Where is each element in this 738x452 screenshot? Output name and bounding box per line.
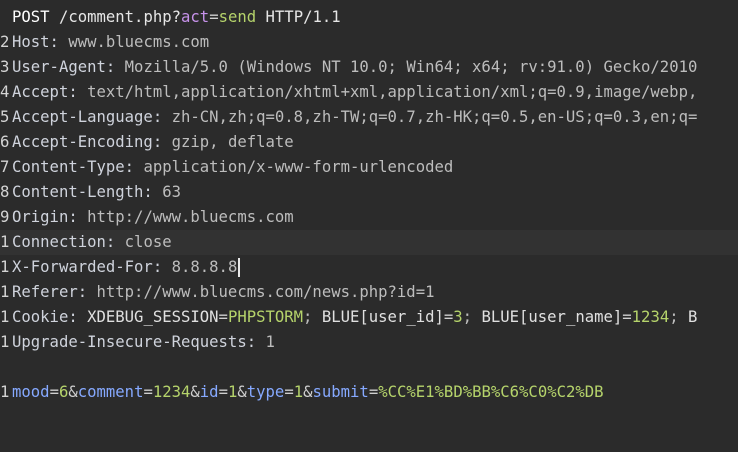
param-name: type [246, 383, 285, 401]
request-line[interactable]: POST /comment.php?act=send HTTP/1.1 [0, 5, 738, 30]
header-key: Content-Length: [12, 183, 163, 201]
param-eq: = [143, 383, 153, 401]
header-line-accept-language[interactable]: 5 Accept-Language: zh-CN,zh;q=0.8,zh-TW;q… [0, 105, 738, 130]
header-key: Upgrade-Insecure-Requests: [12, 333, 266, 351]
param-value: 1 [227, 383, 238, 401]
header-value: gzip, deflate [171, 133, 294, 151]
line-number: 14 [0, 333, 10, 351]
header-value: http://www.bluecms.com/news.php?id=1 [96, 283, 435, 301]
line-number: 2 [0, 33, 10, 51]
param-name: comment [77, 383, 144, 401]
cookie-eq: = [622, 308, 632, 326]
http-request-editor[interactable]: POST /comment.php?act=send HTTP/1.1 2 Hos… [0, 0, 738, 452]
line-number: 4 [0, 83, 10, 101]
header-line-x-forwarded-for[interactable]: 11X-Forwarded-For: 8.8.8.8 [0, 255, 738, 280]
header-key: User-Agent: [12, 58, 125, 76]
param-eq: = [284, 383, 294, 401]
header-value: www.bluecms.com [68, 33, 210, 51]
header-key: Accept-Encoding: [12, 133, 172, 151]
header-key: Host: [12, 33, 69, 51]
header-key: Cookie: [12, 308, 88, 326]
request-body-line[interactable]: 16mood=6&comment=1234&id=1&type=1&submit… [0, 380, 738, 405]
header-value: application/x-www-form-urlencoded [143, 158, 454, 176]
line-number: 11 [0, 258, 10, 276]
param-value: 6 [58, 383, 69, 401]
query-value: send [218, 8, 257, 26]
cookie-eq: = [443, 308, 454, 326]
line-number: 6 [0, 133, 10, 151]
query-key: act [181, 8, 210, 26]
header-line-content-length[interactable]: 8 Content-Length: 63 [0, 180, 738, 205]
header-key: Origin: [12, 208, 88, 226]
cookie-value: PHPSTORM [227, 308, 304, 326]
http-method: POST [12, 8, 50, 26]
editor-lines: POST /comment.php?act=send HTTP/1.1 2 Hos… [0, 5, 738, 405]
header-line-content-type[interactable]: 7 Content-Type: application/x-www-form-ur… [0, 155, 738, 180]
param-separator: & [68, 383, 78, 401]
header-line-host[interactable]: 2 Host: www.bluecms.com [0, 30, 738, 55]
cookie-value: 3 [453, 308, 463, 326]
header-line-user-agent[interactable]: 3 User-Agent: Mozilla/5.0 (Windows NT 10.… [0, 55, 738, 80]
header-value: http://www.bluecms.com [87, 208, 294, 226]
param-value: 1 [293, 383, 304, 401]
line-number: 7 [0, 158, 10, 176]
param-eq: = [49, 383, 59, 401]
header-line-origin[interactable]: 9 Origin: http://www.bluecms.com [0, 205, 738, 230]
cookie-separator: ; [462, 308, 482, 326]
header-line-upgrade-insecure-requests[interactable]: 14Upgrade-Insecure-Requests: 1 [0, 330, 738, 355]
cookie-name: BLUE[user_name] [481, 308, 623, 326]
header-key: Connection: [12, 233, 125, 251]
header-value: 8.8.8.8 [171, 258, 238, 276]
param-name: mood [12, 383, 50, 401]
header-key: Accept-Language: [12, 108, 172, 126]
cookie-separator: ; [669, 308, 689, 326]
header-line-cookie[interactable]: 13Cookie: XDEBUG_SESSION=PHPSTORM; BLUE[… [0, 305, 738, 330]
header-key: Referer: [12, 283, 97, 301]
blank-line[interactable] [0, 355, 738, 380]
header-key: Accept: [12, 83, 88, 101]
header-key: Content-Type: [12, 158, 144, 176]
header-key: X-Forwarded-For: [12, 258, 172, 276]
line-number: 12 [0, 283, 10, 301]
line-number: 16 [0, 383, 10, 401]
header-line-connection[interactable]: 10Connection: close [0, 230, 738, 255]
cookie-eq: = [218, 308, 228, 326]
cookie-value: 1234 [631, 308, 670, 326]
param-name: submit [312, 383, 369, 401]
line-number: 5 [0, 108, 10, 126]
param-eq: = [218, 383, 228, 401]
header-line-accept-encoding[interactable]: 6 Accept-Encoding: gzip, deflate [0, 130, 738, 155]
cookie-name: BLUE[user_id] [321, 308, 444, 326]
line-number: 3 [0, 58, 10, 76]
header-value: close [124, 233, 172, 251]
cookie-name: XDEBUG_SESSION [87, 308, 219, 326]
header-value: zh-CN,zh;q=0.8,zh-TW;q=0.7,zh-HK;q=0.5,e… [171, 108, 698, 126]
param-value: %CC%E1%BD%BB%C6%C0%C2%DB [378, 383, 604, 401]
header-value: 1 [265, 333, 275, 351]
param-separator: & [190, 383, 200, 401]
param-name: id [199, 383, 219, 401]
header-line-accept[interactable]: 4 Accept: text/html,application/xhtml+xml… [0, 80, 738, 105]
query-eq: = [209, 8, 219, 26]
param-separator: & [237, 383, 247, 401]
http-protocol: HTTP/1.1 [265, 8, 341, 26]
line-number: 10 [0, 233, 10, 251]
param-value: 1234 [152, 383, 191, 401]
param-eq: = [368, 383, 379, 401]
header-value: 63 [162, 183, 181, 201]
request-path: /comment.php? [58, 8, 182, 26]
line-number: 8 [0, 183, 10, 201]
line-number: 13 [0, 308, 10, 326]
header-line-referer[interactable]: 12Referer: http://www.bluecms.com/news.p… [0, 280, 738, 305]
line-number: 9 [0, 208, 10, 226]
text-cursor [238, 258, 241, 277]
header-value: Mozilla/5.0 (Windows NT 10.0; Win64; x64… [124, 58, 698, 76]
header-value: text/html,application/xhtml+xml,applicat… [87, 83, 698, 101]
cookie-separator: ; [303, 308, 322, 326]
cookie-overflow: B [688, 308, 698, 326]
